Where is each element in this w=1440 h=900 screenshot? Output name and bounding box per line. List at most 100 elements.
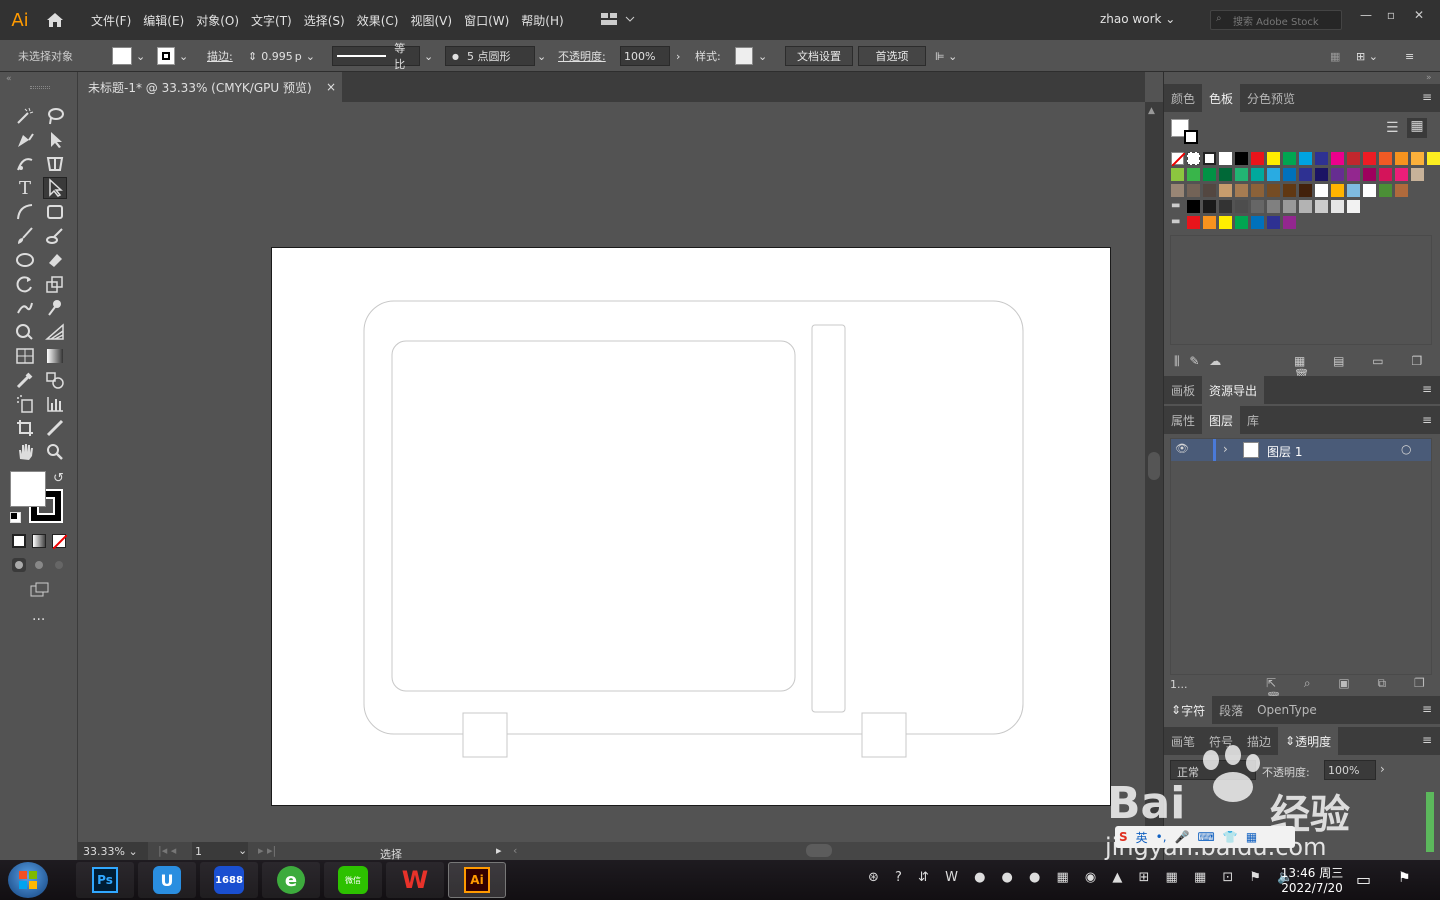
type-tool-icon[interactable]: T xyxy=(13,177,37,199)
color-swatch[interactable] xyxy=(1363,152,1376,165)
swatch-library-icons[interactable]: ⫼ ✎ ☁ xyxy=(1174,354,1224,369)
color-swatch[interactable] xyxy=(1267,216,1280,229)
close-tab-icon[interactable]: × xyxy=(326,80,336,94)
tab-separations[interactable]: 分色预览 xyxy=(1240,84,1302,112)
scroll-left-icon[interactable]: ‹ xyxy=(513,844,517,857)
status-menu-icon[interactable]: ▸ xyxy=(496,844,502,857)
blob-brush-icon[interactable] xyxy=(43,225,67,247)
gradient-mode-icon[interactable] xyxy=(32,534,46,548)
draw-behind-icon[interactable] xyxy=(32,558,46,572)
color-swatch[interactable] xyxy=(1427,152,1440,165)
curvature-pen-icon[interactable] xyxy=(13,153,37,175)
color-swatch[interactable] xyxy=(1267,200,1280,213)
artboard-tool-icon[interactable] xyxy=(13,417,37,439)
color-swatch[interactable] xyxy=(1331,200,1344,213)
menu-object[interactable]: 对象(O) xyxy=(190,12,245,29)
color-swatch[interactable] xyxy=(1219,184,1232,197)
mesh-tool-icon[interactable] xyxy=(13,345,37,367)
color-swatch[interactable] xyxy=(1347,168,1360,181)
color-swatch[interactable] xyxy=(1315,200,1328,213)
color-swatch[interactable] xyxy=(1299,152,1312,165)
chevron-right-icon[interactable]: › xyxy=(1380,762,1385,776)
tab-libraries[interactable]: 库 xyxy=(1240,406,1266,434)
next-page-icon[interactable]: ▸ ▸| xyxy=(258,844,276,857)
grid-icon[interactable]: ▦ xyxy=(1330,46,1340,66)
selection-arrow-icon[interactable] xyxy=(43,129,67,151)
taskbar-browser[interactable]: e xyxy=(262,862,320,898)
tab-paragraph[interactable]: 段落 xyxy=(1212,696,1250,724)
ellipse-tool-icon[interactable] xyxy=(13,249,37,271)
taskbar-wps[interactable]: W xyxy=(386,862,444,898)
align-icon[interactable]: ⊫ ⌄ xyxy=(935,46,957,66)
swatch-registration[interactable] xyxy=(1187,152,1200,165)
draw-inside-icon[interactable] xyxy=(52,558,66,572)
color-swatch[interactable] xyxy=(1235,184,1248,197)
draw-normal-icon[interactable] xyxy=(12,558,26,572)
close-window-button[interactable]: ✕ xyxy=(1408,8,1430,24)
grip-icon[interactable] xyxy=(30,86,50,89)
gradient-tool-icon[interactable] xyxy=(43,345,67,367)
zoom-field[interactable]: 33.33% ⌄ xyxy=(78,842,148,860)
microwave-outline-drawing[interactable] xyxy=(272,248,1112,807)
color-swatch[interactable] xyxy=(1235,200,1248,213)
column-graph-icon[interactable] xyxy=(43,393,67,415)
stroke-swatch-control[interactable]: ⌄ xyxy=(157,46,195,66)
tab-stroke[interactable]: 描边 xyxy=(1240,727,1278,755)
default-colors-icon[interactable] xyxy=(10,512,21,523)
tab-symbols[interactable]: 符号 xyxy=(1202,727,1240,755)
color-swatch[interactable] xyxy=(1363,168,1376,181)
color-swatch[interactable] xyxy=(1267,184,1280,197)
screen-mode-icon[interactable] xyxy=(30,582,50,598)
color-swatch[interactable] xyxy=(1283,168,1296,181)
color-swatch[interactable] xyxy=(1395,152,1408,165)
scale-tool-icon[interactable] xyxy=(43,273,67,295)
lasso-icon[interactable] xyxy=(43,105,67,127)
clock[interactable]: 13:46 周三 2022/7/20 xyxy=(1280,864,1344,895)
graphic-style-picker[interactable]: ⌄ xyxy=(735,46,767,66)
color-swatch[interactable] xyxy=(1203,216,1216,229)
arrange-documents-icon[interactable] xyxy=(600,12,636,29)
color-swatch[interactable] xyxy=(1251,200,1264,213)
opacity-label[interactable]: 不透明度: xyxy=(558,46,606,66)
color-swatch[interactable] xyxy=(1283,216,1296,229)
current-stroke-swatch[interactable] xyxy=(1184,130,1198,144)
color-swatch[interactable] xyxy=(1219,216,1232,229)
list-view-icon[interactable]: ☰ xyxy=(1386,120,1399,136)
color-swatch[interactable] xyxy=(1315,152,1328,165)
color-swatch[interactable] xyxy=(1299,200,1312,213)
pen-icon[interactable] xyxy=(13,129,37,151)
color-swatch[interactable] xyxy=(1219,152,1232,165)
direct-selection-icon[interactable] xyxy=(43,177,67,199)
color-swatch[interactable] xyxy=(1219,200,1232,213)
color-swatch[interactable] xyxy=(1203,168,1216,181)
vertical-scrollbar[interactable]: ▲ xyxy=(1145,102,1163,842)
tab-opentype[interactable]: OpenType xyxy=(1250,696,1324,724)
panel-menu-icon[interactable]: ≡ xyxy=(1422,702,1432,716)
tab-artboards[interactable]: 画板 xyxy=(1164,376,1202,404)
color-swatch[interactable] xyxy=(1219,168,1232,181)
tab-asset-export[interactable]: 资源导出 xyxy=(1202,376,1265,404)
stock-search-input[interactable]: ⌕ 搜索 Adobe Stock xyxy=(1210,10,1342,30)
workspace-switcher[interactable]: zhao work ⌄ xyxy=(1100,12,1175,26)
color-swatch[interactable] xyxy=(1235,216,1248,229)
artboard[interactable] xyxy=(271,247,1111,806)
color-swatch[interactable] xyxy=(1283,152,1296,165)
trans-opacity-field[interactable]: 100% xyxy=(1324,760,1376,780)
rotate-tool-icon[interactable] xyxy=(13,273,37,295)
panel-menu-icon[interactable]: ≡ xyxy=(1422,733,1432,747)
align-options-icon[interactable]: ⊞ ⌄ xyxy=(1356,46,1378,66)
home-icon[interactable] xyxy=(40,0,70,40)
color-swatch[interactable] xyxy=(1379,152,1392,165)
color-swatch[interactable] xyxy=(1267,152,1280,165)
tab-color[interactable]: 颜色 xyxy=(1164,84,1202,112)
color-swatch[interactable] xyxy=(1379,168,1392,181)
notification-icon[interactable]: ▭ xyxy=(1356,870,1371,889)
keyboard-icon[interactable]: ⌨ xyxy=(1198,830,1215,844)
color-group-folder-icon[interactable]: ▬ xyxy=(1171,216,1184,229)
blend-mode-select[interactable]: 正常 xyxy=(1170,760,1256,780)
color-swatch[interactable] xyxy=(1331,152,1344,165)
color-swatch[interactable] xyxy=(1187,200,1200,213)
color-swatch[interactable] xyxy=(1267,168,1280,181)
expand-layer-icon[interactable]: › xyxy=(1223,442,1228,456)
color-swatch[interactable] xyxy=(1299,168,1312,181)
